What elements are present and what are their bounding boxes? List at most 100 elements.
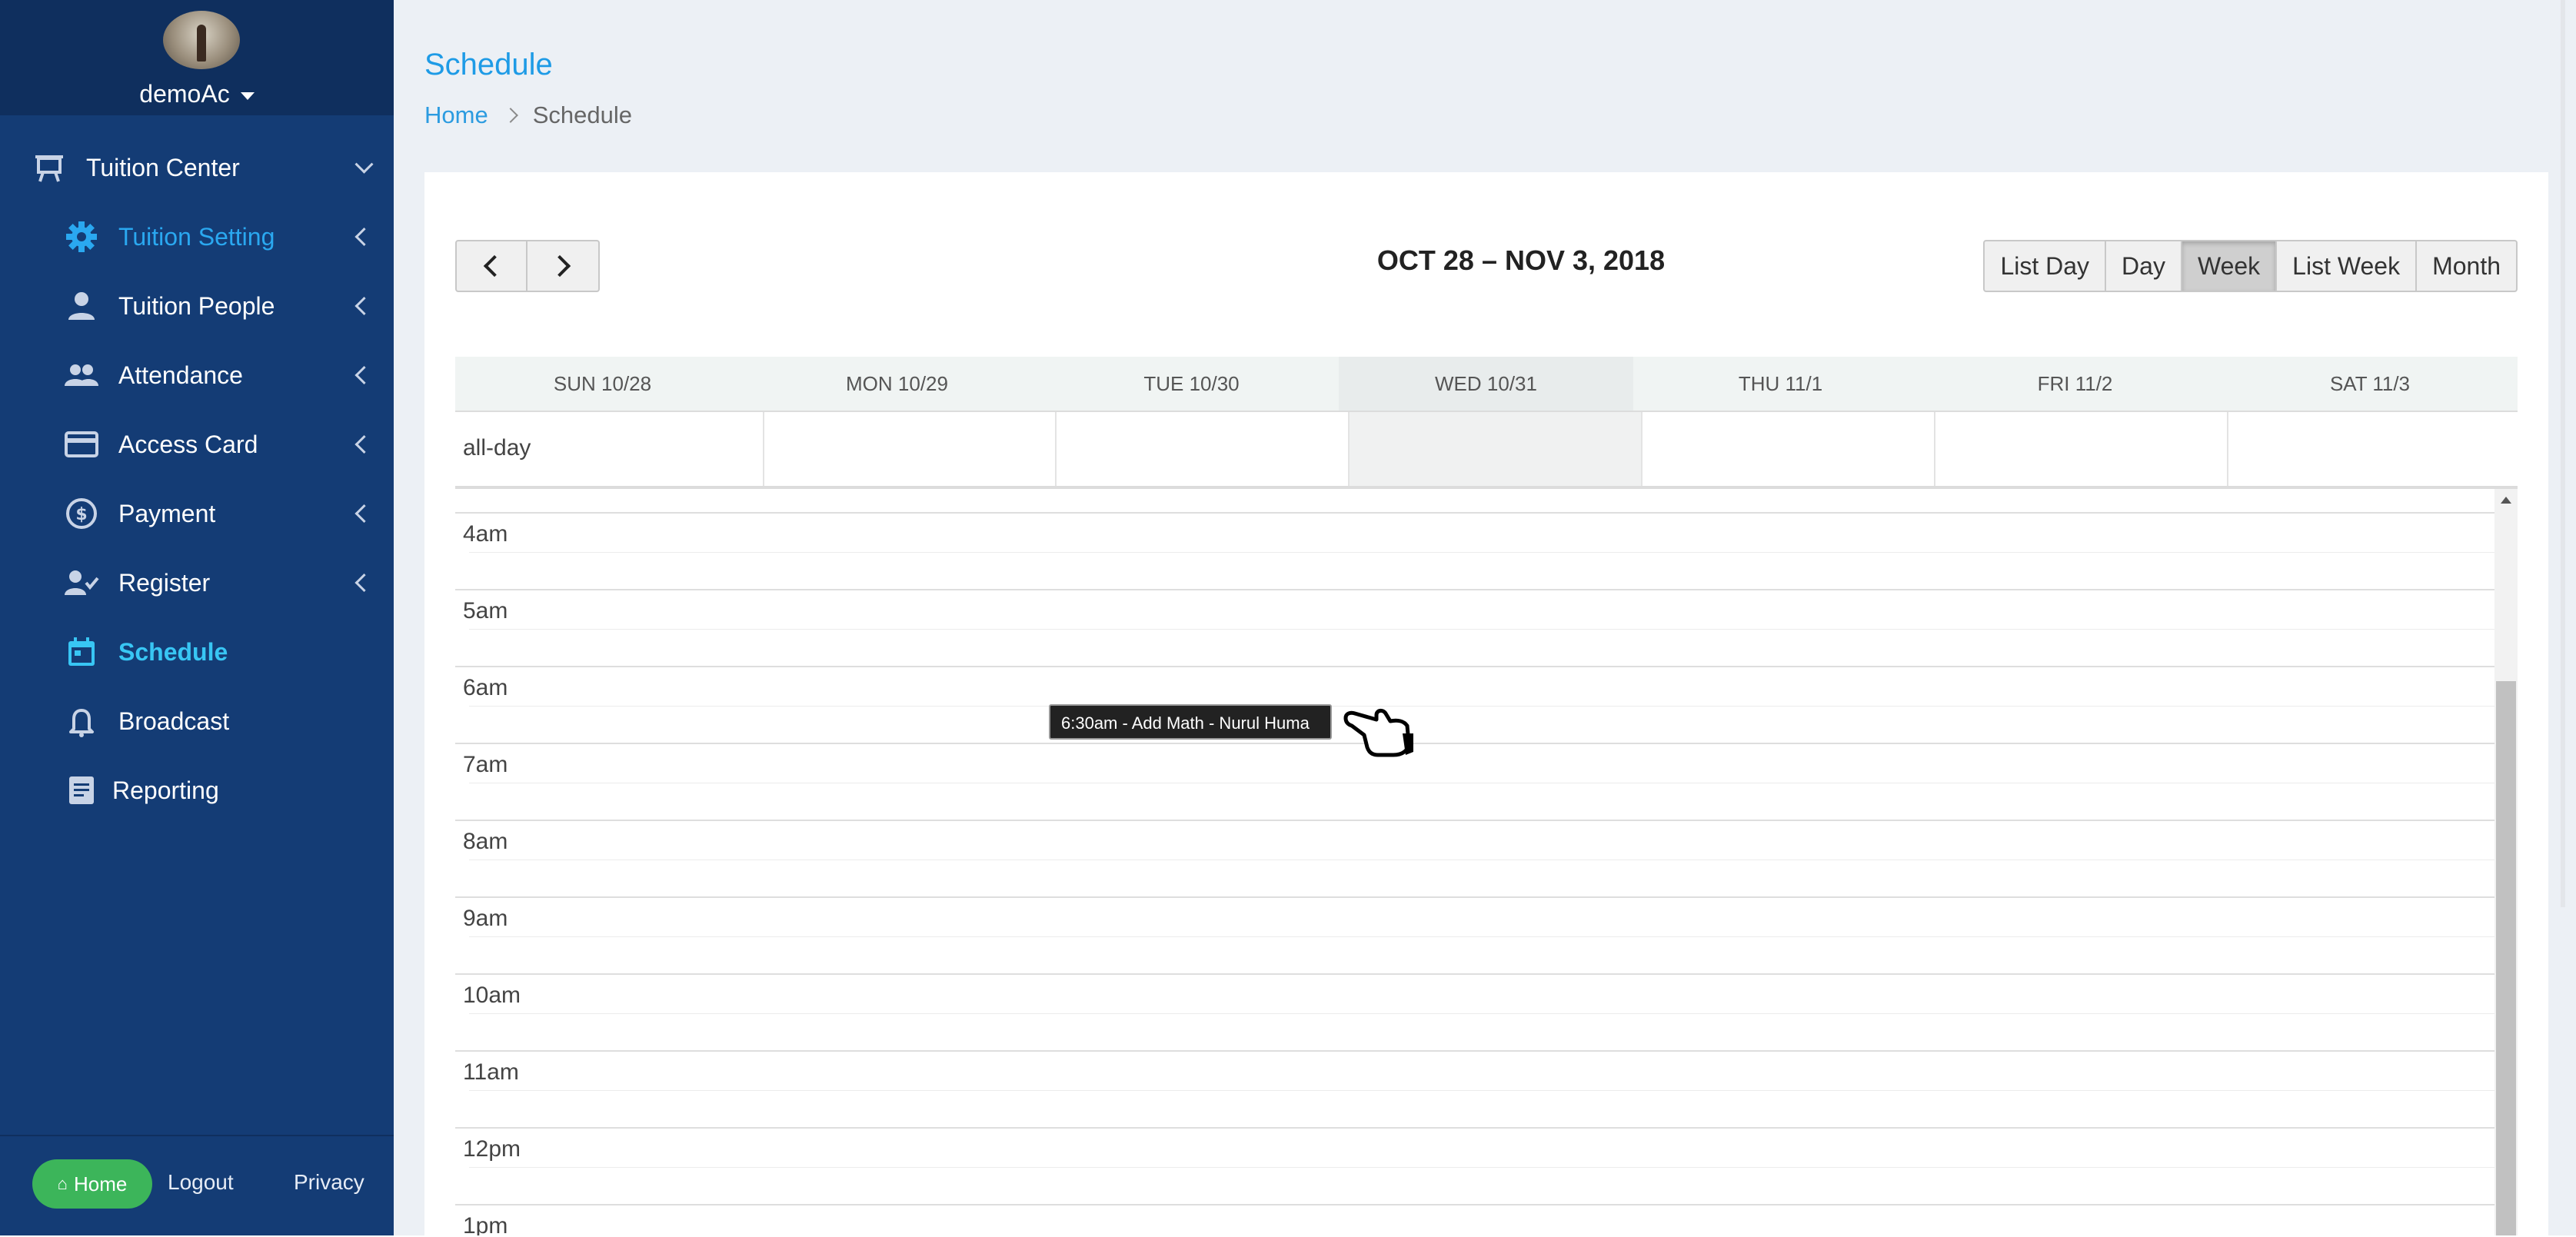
dollar-circle-icon: $ bbox=[63, 495, 100, 532]
hour-row: 11am bbox=[455, 1050, 2494, 1129]
main-content: Schedule Home Schedule OCT 28 – NOV 3, 2… bbox=[394, 0, 2576, 1235]
all-day-row: all-day bbox=[455, 412, 2518, 489]
hour-row bbox=[455, 489, 2494, 514]
view-list-day-button[interactable]: List Day bbox=[1983, 240, 2107, 292]
hour-label: 6am bbox=[463, 675, 508, 700]
calendar-icon bbox=[63, 633, 100, 670]
svg-text:$: $ bbox=[75, 505, 87, 524]
breadcrumb-home-link[interactable]: Home bbox=[424, 101, 488, 129]
chevron-left-icon bbox=[354, 296, 374, 316]
sidebar-item-label: Register bbox=[118, 568, 211, 597]
sidebar-item-schedule[interactable]: Schedule bbox=[63, 629, 394, 675]
people-group-icon bbox=[63, 357, 100, 394]
sidebar-item-label: Schedule bbox=[118, 637, 228, 666]
username-label: demoAc bbox=[139, 80, 230, 108]
hour-label: 10am bbox=[463, 983, 521, 1008]
day-header-row: SUN 10/28 MON 10/29 TUE 10/30 WED 10/31 … bbox=[455, 357, 2518, 412]
all-day-cell[interactable] bbox=[2227, 412, 2519, 486]
privacy-link[interactable]: Privacy bbox=[294, 1170, 364, 1195]
breadcrumb: Home Schedule bbox=[424, 101, 632, 129]
hour-row: 10am bbox=[455, 973, 2494, 1052]
sidebar-item-tuition-setting[interactable]: Tuition Setting bbox=[63, 214, 394, 260]
chevron-left-icon bbox=[354, 504, 374, 524]
all-day-cell[interactable] bbox=[1055, 412, 1350, 486]
hour-row: 12pm bbox=[455, 1127, 2494, 1205]
person-icon bbox=[63, 288, 100, 324]
home-button[interactable]: ⌂ Home bbox=[32, 1159, 152, 1209]
chevron-left-icon bbox=[354, 573, 374, 593]
hour-label: 4am bbox=[463, 521, 508, 547]
user-check-icon bbox=[63, 564, 100, 601]
day-header-tue: TUE 10/30 bbox=[1143, 372, 1240, 395]
sidebar-item-label: Broadcast bbox=[118, 707, 230, 735]
sidebar: demoAc Tuition Center Tuition Setting Tu… bbox=[0, 0, 394, 1235]
day-header-fri: FRI 11/2 bbox=[2037, 372, 2113, 395]
caret-down-icon bbox=[240, 91, 255, 100]
sidebar-item-label: Attendance bbox=[118, 361, 243, 389]
all-day-cell[interactable] bbox=[1934, 412, 2228, 486]
report-icon bbox=[63, 772, 100, 809]
sidebar-item-label: Payment bbox=[118, 499, 216, 527]
sidebar-item-label: Tuition Center bbox=[86, 153, 240, 181]
sidebar-item-broadcast[interactable]: Broadcast bbox=[63, 698, 394, 744]
page-scrollbar[interactable] bbox=[2561, 0, 2565, 907]
sidebar-item-access-card[interactable]: Access Card bbox=[63, 421, 394, 467]
view-list-week-button[interactable]: List Week bbox=[2277, 240, 2418, 292]
presentation-board-icon bbox=[31, 149, 68, 186]
page-title: Schedule bbox=[424, 48, 553, 81]
sidebar-item-attendance[interactable]: Attendance bbox=[63, 352, 394, 398]
chevron-right-icon bbox=[502, 108, 518, 123]
view-day-button[interactable]: Day bbox=[2106, 240, 2182, 292]
scrollbar-thumb[interactable] bbox=[2496, 681, 2516, 1235]
chevron-left-icon bbox=[354, 365, 374, 385]
calendar-card: OCT 28 – NOV 3, 2018 List Day Day Week L… bbox=[424, 172, 2548, 1235]
hour-label: 11am bbox=[463, 1059, 519, 1085]
sidebar-item-tuition-people[interactable]: Tuition People bbox=[63, 283, 394, 329]
hour-label: 9am bbox=[463, 906, 508, 931]
all-day-cell[interactable] bbox=[763, 412, 1057, 486]
day-header-mon: MON 10/29 bbox=[846, 372, 948, 395]
hour-label: 5am bbox=[463, 598, 508, 623]
sidebar-item-label: Tuition People bbox=[118, 291, 275, 320]
chevron-left-icon bbox=[354, 434, 374, 454]
user-profile: demoAc bbox=[0, 0, 394, 115]
view-switcher: List Day Day Week List Week Month bbox=[1983, 240, 2518, 292]
sidebar-item-tuition-center[interactable]: Tuition Center bbox=[31, 145, 394, 191]
user-menu[interactable]: demoAc bbox=[0, 80, 394, 108]
sidebar-item-reporting[interactable]: Reporting bbox=[63, 767, 394, 813]
hour-row: 1pm bbox=[455, 1204, 2494, 1235]
hand-pointer-cursor-icon bbox=[1343, 698, 1416, 760]
day-header-sun: SUN 10/28 bbox=[553, 372, 652, 395]
sidebar-item-label: Access Card bbox=[118, 430, 258, 458]
logout-link[interactable]: Logout bbox=[168, 1170, 234, 1195]
sidebar-item-label: Tuition Setting bbox=[118, 222, 275, 251]
time-grid[interactable]: 4am 5am 6am 7am 8am 9am 10am 11am 12pm 1… bbox=[455, 489, 2518, 1235]
home-icon: ⌂ bbox=[57, 1174, 68, 1193]
hour-label: 7am bbox=[463, 752, 508, 777]
avatar[interactable] bbox=[163, 11, 240, 69]
event-tooltip: 6:30am - Add Math - Nurul Huma bbox=[1049, 704, 1332, 740]
all-day-cell[interactable] bbox=[1348, 412, 1642, 486]
hour-row: 9am bbox=[455, 896, 2494, 975]
bell-icon bbox=[63, 703, 100, 740]
hour-label: 8am bbox=[463, 829, 508, 854]
hour-row: 6am bbox=[455, 666, 2494, 744]
sidebar-item-register[interactable]: Register bbox=[63, 560, 394, 606]
sidebar-item-label: Reporting bbox=[112, 776, 219, 804]
breadcrumb-current: Schedule bbox=[532, 101, 632, 128]
sidebar-item-payment[interactable]: $ Payment bbox=[63, 490, 394, 537]
week-calendar: SUN 10/28 MON 10/29 TUE 10/30 WED 10/31 … bbox=[455, 357, 2518, 1235]
view-week-button[interactable]: Week bbox=[2182, 240, 2278, 292]
all-day-cell[interactable] bbox=[1641, 412, 1935, 486]
sidebar-footer: ⌂ Home Logout Privacy bbox=[0, 1135, 394, 1237]
scroll-up-arrow-icon[interactable] bbox=[2501, 497, 2511, 504]
hour-label: 1pm bbox=[463, 1213, 508, 1235]
hour-row: 5am bbox=[455, 589, 2494, 667]
gear-icon bbox=[63, 218, 100, 255]
hour-row: 7am bbox=[455, 743, 2494, 821]
view-month-button[interactable]: Month bbox=[2417, 240, 2518, 292]
calendar-scrollbar[interactable] bbox=[2494, 489, 2518, 1235]
hour-row: 4am bbox=[455, 512, 2494, 590]
day-header-thu: THU 11/1 bbox=[1738, 372, 1823, 395]
day-header-wed: WED 10/31 bbox=[1339, 357, 1633, 411]
